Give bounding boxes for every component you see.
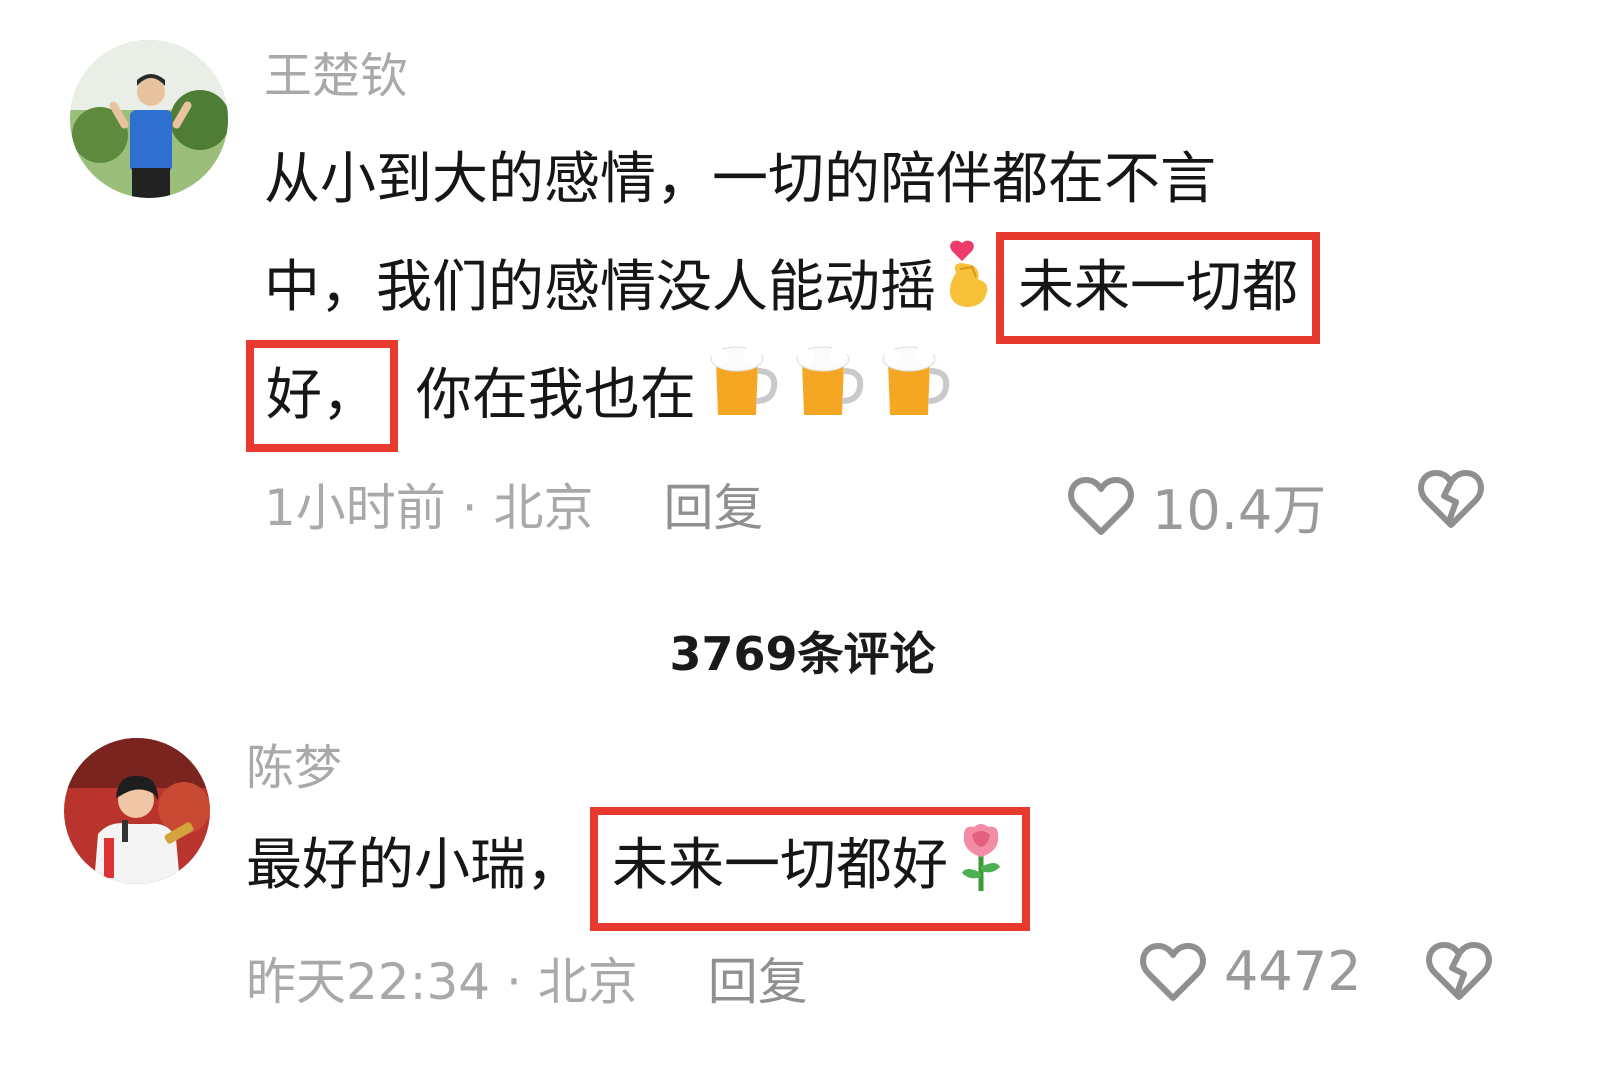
beer-mug-emoji xyxy=(788,343,870,455)
comment-meta: 1小时前 · 北京 回复 xyxy=(264,468,764,540)
rose-emoji xyxy=(954,821,1008,917)
comment-meta: 昨天22:34 · 北京 回复 xyxy=(246,942,808,1014)
dislike-button[interactable] xyxy=(1418,468,1484,534)
heart-outline-icon xyxy=(1068,476,1134,535)
finger-heart-emoji xyxy=(942,237,994,345)
comment-text: 从小到大的感情，一切的陪伴都在不言 中，我们的感情没人能动摇 未来一切都 好， … xyxy=(246,126,1320,452)
comment-line: 从小到大的感情，一切的陪伴都在不言 xyxy=(264,147,1216,212)
username[interactable]: 王楚钦 xyxy=(264,52,408,100)
highlight-box: 未来一切都 xyxy=(996,232,1320,344)
comment-time-location: 1小时前 · 北京 xyxy=(264,479,594,537)
like-button[interactable]: 4472 xyxy=(1140,940,1361,1003)
comment-line: 最好的小瑞， 未来一切都好 xyxy=(246,806,1030,931)
comment-count: 3769条评论 xyxy=(669,627,936,681)
username[interactable]: 陈梦 xyxy=(246,744,342,792)
reply-button[interactable]: 回复 xyxy=(664,479,764,537)
comment-text: 最好的小瑞， 未来一切都好 xyxy=(246,806,1030,931)
heart-outline-icon xyxy=(1140,942,1206,1001)
broken-heart-icon xyxy=(1418,470,1484,528)
comment-time-location: 昨天22:34 · 北京 xyxy=(246,953,638,1011)
dislike-button[interactable] xyxy=(1426,940,1492,1006)
like-button[interactable]: 10.4万 xyxy=(1068,466,1326,545)
comment-line: 好， 你在我也在 xyxy=(246,340,1306,452)
like-count: 4472 xyxy=(1224,940,1362,1003)
avatar[interactable] xyxy=(64,738,210,884)
beer-mug-emoji xyxy=(702,343,784,455)
comment-line: 中，我们的感情没人能动摇 未来一切都 xyxy=(264,232,1320,345)
highlight-text: 未来一切都好 xyxy=(612,833,948,898)
comment-line-text: 中，我们的感情没人能动摇 xyxy=(264,255,936,320)
comment-line-text: 最好的小瑞， xyxy=(246,833,582,898)
beer-mug-emoji xyxy=(874,343,956,455)
comment-line-text: 你在我也在 xyxy=(415,363,696,428)
like-count: 10.4万 xyxy=(1152,479,1327,542)
broken-heart-icon xyxy=(1426,942,1492,1000)
highlight-box: 好， xyxy=(246,340,398,452)
highlight-box: 未来一切都好 xyxy=(590,806,1030,931)
avatar[interactable] xyxy=(70,40,228,198)
reply-button[interactable]: 回复 xyxy=(708,953,808,1011)
